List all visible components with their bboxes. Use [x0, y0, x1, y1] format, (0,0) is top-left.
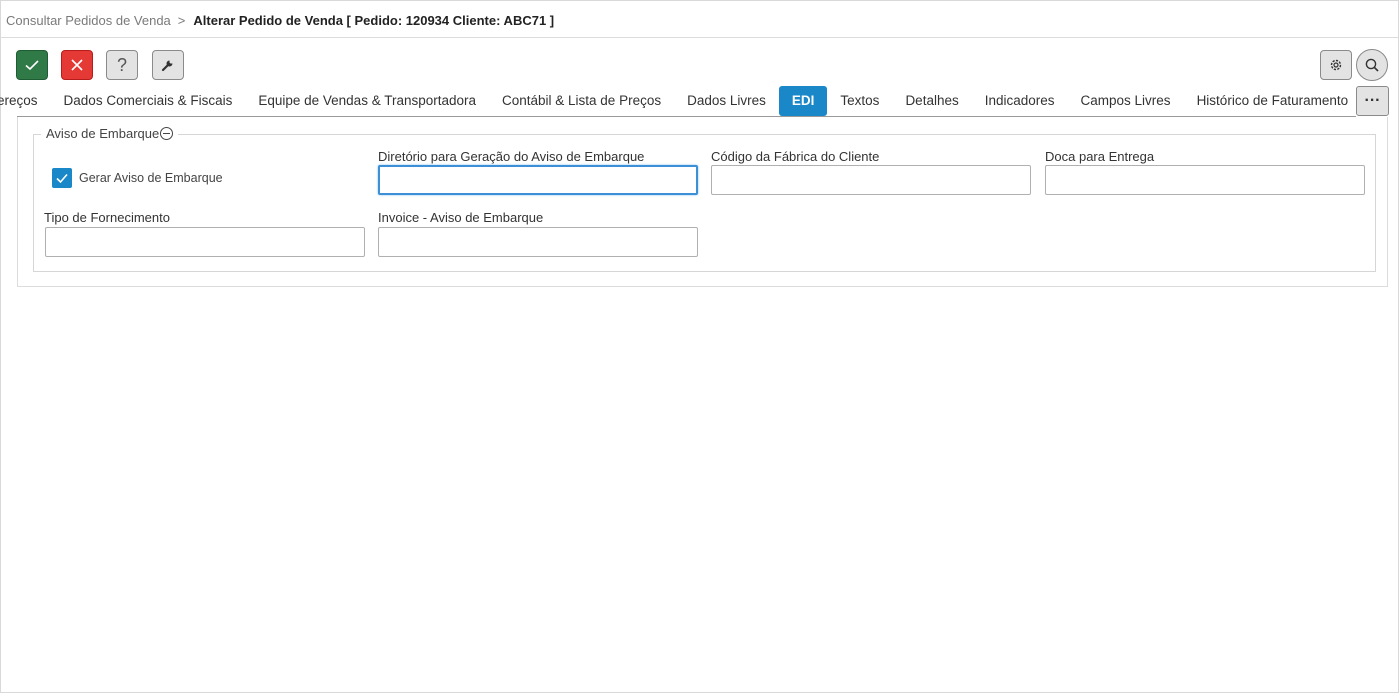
tab-bar: Endereços Dados Comerciais & Fiscais Equ… [0, 86, 1356, 116]
tipo-fornecimento-label: Tipo de Fornecimento [44, 210, 170, 225]
invoice-label: Invoice - Aviso de Embarque [378, 210, 544, 225]
section-title: Aviso de Embarque [46, 126, 160, 141]
gerar-aviso-checkbox[interactable] [52, 168, 72, 188]
tab-contabil[interactable]: Contábil & Lista de Preços [489, 86, 674, 116]
codigo-fabrica-input[interactable] [711, 165, 1031, 195]
cancel-button[interactable] [61, 50, 93, 80]
page-title: Alterar Pedido de Venda [ Pedido: 120934… [193, 13, 555, 28]
checkmark-icon [56, 173, 68, 184]
doca-label: Doca para Entrega [1045, 149, 1155, 164]
header-divider [0, 37, 1399, 38]
tab-dados-comerciais[interactable]: Dados Comerciais & Fiscais [51, 86, 246, 116]
codigo-fabrica-label: Código da Fábrica do Cliente [711, 149, 880, 164]
tab-enderecos[interactable]: Endereços [0, 86, 51, 116]
tools-button[interactable] [152, 50, 184, 80]
more-tabs-button[interactable]: ··· [1356, 86, 1389, 116]
wrench-icon [161, 60, 173, 72]
close-icon [71, 59, 83, 71]
gear-icon [1330, 59, 1342, 71]
question-icon: ? [116, 54, 127, 75]
doca-input[interactable] [1045, 165, 1365, 195]
tab-campos-livres[interactable]: Campos Livres [1068, 86, 1184, 116]
tab-equipe-vendas[interactable]: Equipe de Vendas & Transportadora [245, 86, 489, 116]
collapse-icon[interactable] [160, 127, 174, 140]
tab-edi[interactable]: EDI [778, 86, 828, 116]
search-button[interactable] [1356, 49, 1388, 81]
section-legend: Aviso de Embarque [41, 126, 179, 141]
search-icon [1365, 58, 1379, 72]
invoice-input[interactable] [378, 227, 698, 257]
help-button[interactable]: ? [106, 50, 138, 80]
settings-button[interactable] [1320, 50, 1352, 80]
save-button[interactable] [16, 50, 48, 80]
tab-detalhes[interactable]: Detalhes [892, 86, 971, 116]
tab-textos[interactable]: Textos [827, 86, 892, 116]
tab-dados-livres[interactable]: Dados Livres [674, 86, 779, 116]
breadcrumb-separator: > [177, 13, 186, 28]
check-icon [25, 60, 39, 71]
tab-list: Endereços Dados Comerciais & Fiscais Equ… [0, 86, 1356, 116]
breadcrumb: Consultar Pedidos de Venda > Alterar Pedid… [6, 13, 554, 28]
tab-historico-faturamento[interactable]: Histórico de Faturamento [1184, 86, 1356, 116]
gerar-aviso-label: Gerar Aviso de Embarque [79, 171, 223, 185]
breadcrumb-parent-link[interactable]: Consultar Pedidos de Venda [6, 13, 171, 28]
tipo-fornecimento-input[interactable] [45, 227, 365, 257]
diretorio-input[interactable] [378, 165, 698, 195]
diretorio-label: Diretório para Geração do Aviso de Embar… [378, 149, 645, 164]
tab-indicadores[interactable]: Indicadores [972, 86, 1068, 116]
